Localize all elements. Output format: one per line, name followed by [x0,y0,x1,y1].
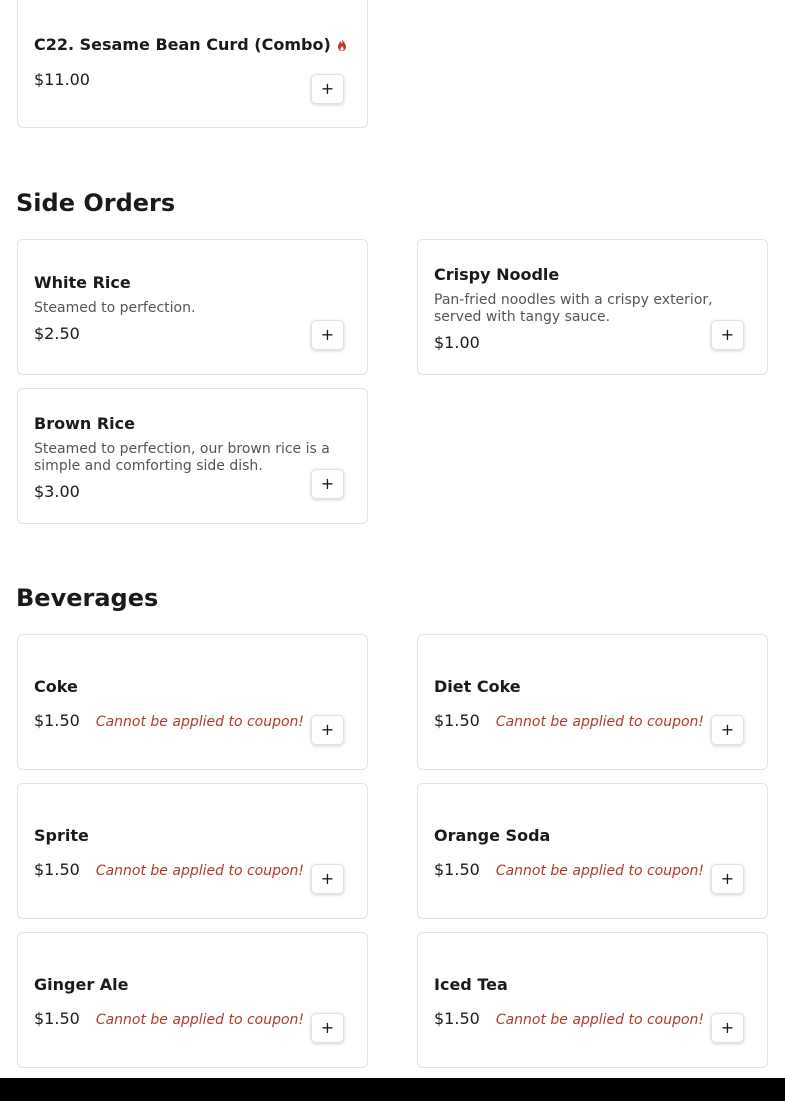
coupon-warning: Cannot be applied to coupon! [95,714,305,730]
menu-item-card[interactable]: Orange Soda $1.50 Cannot be applied to co… [417,783,768,919]
menu-item-price: $1.50 [34,1009,80,1028]
menu-item-price: $1.00 [434,333,480,352]
add-to-cart-button[interactable]: + [311,715,344,745]
menu-item-name: Brown Rice [34,414,135,433]
menu-item-price-row: $1.50 Cannot be applied to coupon! [34,1009,304,1028]
menu-item-price: $1.50 [434,711,480,730]
menu-item-price-row: $1.50 Cannot be applied to coupon! [434,1009,704,1028]
menu-item-price-row: $1.50 Cannot be applied to coupon! [34,711,304,730]
menu-item-card[interactable]: Brown Rice Steamed to perfection, our br… [17,388,368,524]
add-to-cart-button[interactable]: + [711,715,744,745]
menu-item-name-text: C22. Sesame Bean Curd (Combo) [34,35,331,54]
menu-item-price: $1.50 [434,1009,480,1028]
menu-item-card[interactable]: Crispy Noodle Pan-fried noodles with a c… [417,239,768,375]
menu-item-price: $1.50 [34,711,80,730]
menu-item-name: Iced Tea [434,975,508,994]
menu-item-price: $1.50 [34,860,80,879]
coupon-warning: Cannot be applied to coupon! [495,863,705,879]
add-to-cart-button[interactable]: + [711,320,744,350]
bottom-bar [0,1078,785,1101]
menu-item-price: $1.50 [434,860,480,879]
coupon-warning: Cannot be applied to coupon! [495,714,705,730]
menu-item-card[interactable]: Coke $1.50 Cannot be applied to coupon! + [17,634,368,770]
add-to-cart-button[interactable]: + [311,74,344,104]
menu-item-name: White Rice [34,273,131,292]
section-title-beverages: Beverages [16,584,159,612]
menu-item-description: Pan-fried noodles with a crispy exterior… [434,292,713,325]
menu-item-card[interactable]: Diet Coke $1.50 Cannot be applied to coup… [417,634,768,770]
menu-item-name: Orange Soda [434,826,551,845]
add-to-cart-button[interactable]: + [311,469,344,499]
menu-item-price-row: $1.50 Cannot be applied to coupon! [434,860,704,879]
menu-item-card[interactable]: C22. Sesame Bean Curd (Combo) $11.00 + [17,0,368,128]
menu-item-description: Steamed to perfection, our brown rice is… [34,441,330,474]
menu-item-price: $11.00 [34,70,90,89]
menu-item-name: C22. Sesame Bean Curd (Combo) [34,35,349,54]
menu-item-name: Coke [34,677,78,696]
menu-item-card[interactable]: Iced Tea $1.50 Cannot be applied to coupo… [417,932,768,1068]
section-title-side-orders: Side Orders [16,189,176,217]
menu-item-name: Ginger Ale [34,975,129,994]
coupon-warning: Cannot be applied to coupon! [95,1012,305,1028]
add-to-cart-button[interactable]: + [311,1013,344,1043]
coupon-warning: Cannot be applied to coupon! [95,863,305,879]
menu-item-name: Diet Coke [434,677,521,696]
menu-item-card[interactable]: Sprite $1.50 Cannot be applied to coupon!… [17,783,368,919]
menu-item-price-row: $1.50 Cannot be applied to coupon! [34,860,304,879]
menu-item-price: $2.50 [34,324,80,343]
menu-item-card[interactable]: Ginger Ale $1.50 Cannot be applied to cou… [17,932,368,1068]
add-to-cart-button[interactable]: + [311,320,344,350]
coupon-warning: Cannot be applied to coupon! [495,1012,705,1028]
add-to-cart-button[interactable]: + [711,864,744,894]
add-to-cart-button[interactable]: + [711,1013,744,1043]
menu-item-description: Steamed to perfection. [34,300,196,316]
menu-item-name: Sprite [34,826,89,845]
menu-item-card[interactable]: White Rice Steamed to perfection. $2.50 … [17,239,368,375]
menu-item-price: $3.00 [34,482,80,501]
flame-icon [337,38,346,51]
add-to-cart-button[interactable]: + [311,864,344,894]
menu-item-name: Crispy Noodle [434,265,560,284]
menu-item-price-row: $1.50 Cannot be applied to coupon! [434,711,704,730]
